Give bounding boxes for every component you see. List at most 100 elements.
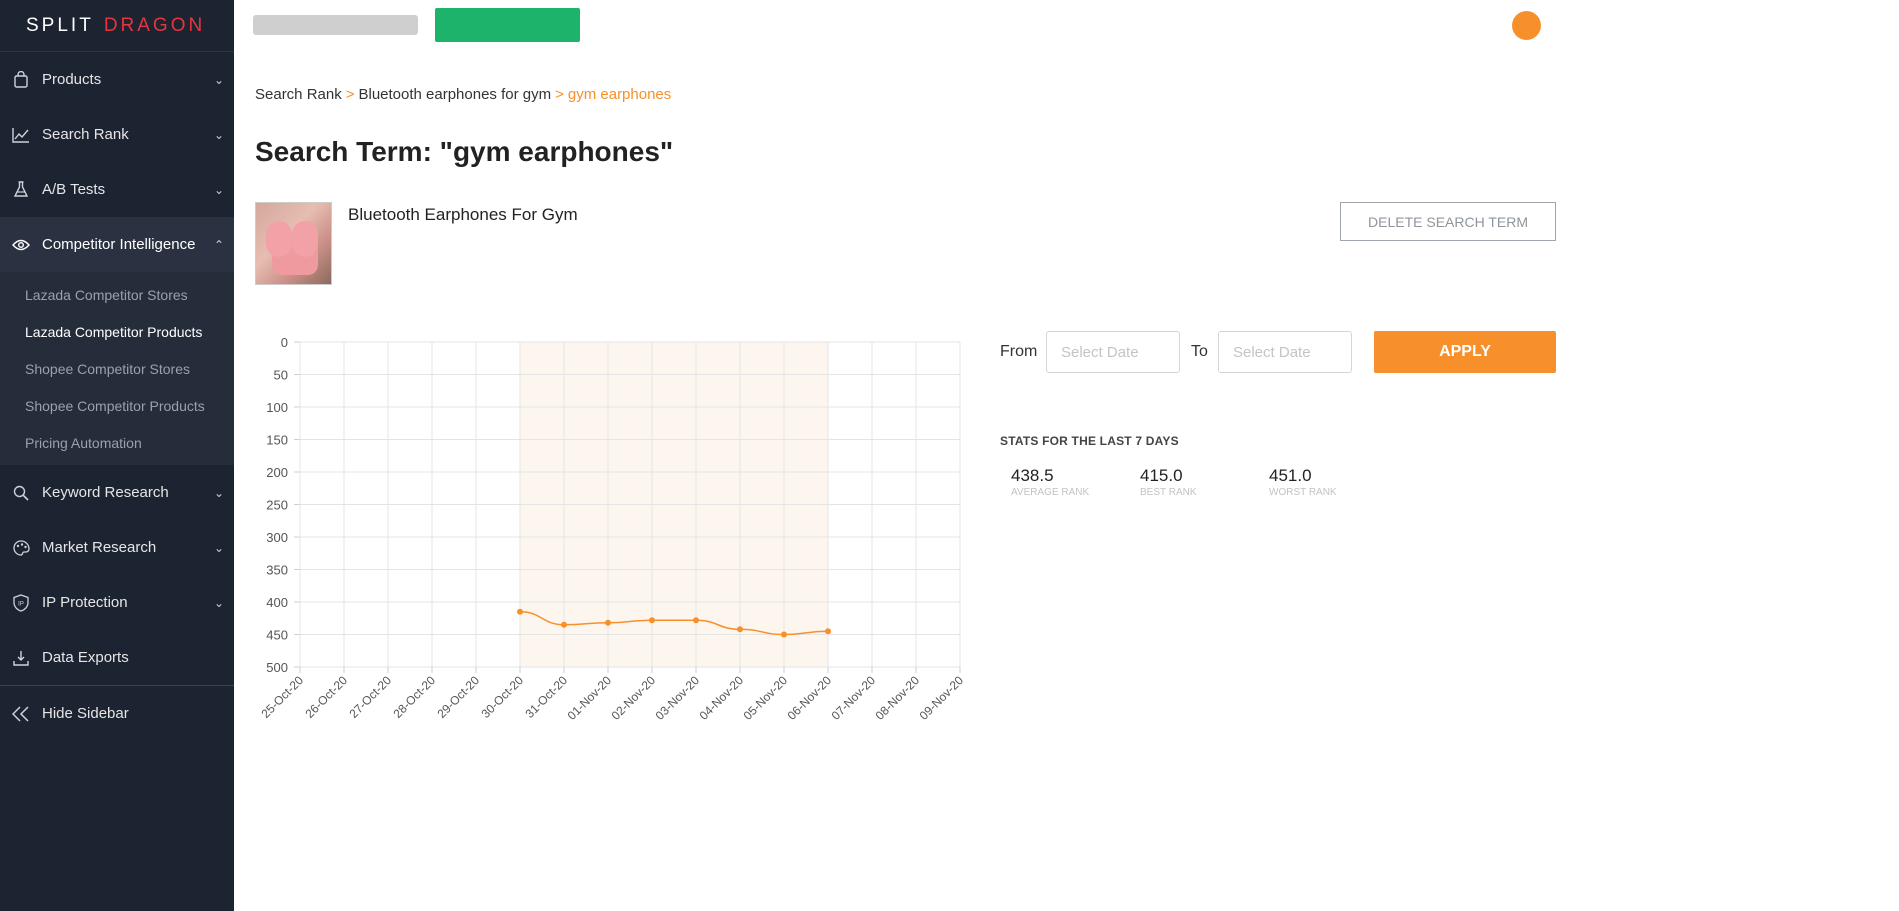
data-point — [781, 631, 787, 638]
submenu-item-shopee-stores[interactable]: Shopee Competitor Stores — [0, 350, 234, 387]
stat-label: WORST RANK — [1269, 487, 1337, 498]
sidebar: SPLIT DRAGON Products ⌄ Search Rank ⌄ A/… — [0, 0, 234, 911]
data-point — [825, 628, 831, 635]
sidebar-item-label: Keyword Research — [42, 484, 169, 501]
y-tick-label: 500 — [266, 660, 288, 675]
x-tick-label: 04-Nov-20 — [697, 673, 747, 723]
top-green-button[interactable] — [435, 8, 580, 42]
sidebar-item-label: A/B Tests — [42, 181, 106, 198]
x-tick-label: 05-Nov-20 — [741, 673, 791, 723]
sidebar-item-label: IP Protection — [42, 594, 128, 611]
double-chevron-left-icon — [12, 705, 30, 723]
download-tray-icon — [12, 649, 30, 667]
sidebar-item-data-exports[interactable]: Data Exports — [0, 630, 234, 685]
y-tick-label: 0 — [281, 335, 288, 350]
to-date-input[interactable] — [1218, 331, 1352, 373]
y-tick-label: 50 — [274, 368, 288, 383]
earbud-shape — [292, 221, 318, 257]
from-date-input[interactable] — [1046, 331, 1180, 373]
eye-icon — [12, 236, 30, 254]
svg-text:IP: IP — [18, 601, 24, 607]
sidebar-item-label: Search Rank — [42, 126, 129, 143]
breadcrumb-separator: > — [555, 86, 564, 103]
y-tick-label: 300 — [266, 530, 288, 545]
submenu-item-lazada-products[interactable]: Lazada Competitor Products — [0, 313, 234, 350]
x-tick-label: 30-Oct-20 — [478, 673, 526, 721]
x-tick-label: 26-Oct-20 — [302, 673, 350, 721]
x-tick-label: 08-Nov-20 — [873, 673, 923, 723]
brand-logo[interactable]: SPLIT DRAGON — [0, 0, 234, 52]
sidebar-item-products[interactable]: Products ⌄ — [0, 52, 234, 107]
product-name: Bluetooth Earphones For Gym — [348, 205, 578, 224]
x-tick-label: 07-Nov-20 — [829, 673, 879, 723]
x-tick-label: 02-Nov-20 — [609, 673, 659, 723]
breadcrumb-item-search-rank[interactable]: Search Rank — [255, 86, 342, 103]
x-tick-label: 03-Nov-20 — [653, 673, 703, 723]
x-tick-label: 27-Oct-20 — [346, 673, 394, 721]
submenu-item-shopee-products[interactable]: Shopee Competitor Products — [0, 387, 234, 424]
search-rank-chart: 05010015020025030035040045050025-Oct-202… — [258, 335, 966, 723]
competitor-submenu: Lazada Competitor Stores Lazada Competit… — [0, 272, 234, 465]
submenu-item-lazada-stores[interactable]: Lazada Competitor Stores — [0, 276, 234, 313]
y-tick-label: 350 — [266, 563, 288, 578]
chevron-down-icon: ⌄ — [213, 540, 225, 555]
apply-button[interactable]: APPLY — [1374, 331, 1556, 373]
stat-value: 415.0 — [1140, 466, 1183, 485]
y-tick-label: 450 — [266, 628, 288, 643]
chevron-down-icon: ⌄ — [213, 127, 225, 142]
flask-icon — [12, 181, 30, 199]
data-point — [693, 617, 699, 624]
sidebar-item-market-research[interactable]: Market Research ⌄ — [0, 520, 234, 575]
chevron-up-icon: ⌃ — [213, 237, 225, 252]
x-tick-label: 31-Oct-20 — [522, 673, 570, 721]
y-tick-label: 200 — [266, 465, 288, 480]
stat-label: BEST RANK — [1140, 487, 1197, 498]
data-point — [605, 619, 611, 626]
chevron-down-icon: ⌄ — [213, 72, 225, 87]
chevron-down-icon: ⌄ — [213, 485, 225, 500]
top-placeholder-bar — [253, 15, 418, 35]
trend-chart-icon — [12, 126, 30, 144]
stat-value: 438.5 — [1011, 466, 1054, 485]
brand-word-split: SPLIT — [26, 14, 94, 36]
page-title: Search Term: "gym earphones" — [255, 136, 674, 167]
stat-best-rank: 415.0 BEST RANK — [1140, 466, 1197, 498]
y-tick-label: 250 — [266, 498, 288, 513]
delete-search-term-button[interactable]: DELETE SEARCH TERM — [1340, 202, 1556, 241]
sidebar-item-label: Competitor Intelligence — [42, 236, 196, 253]
sidebar-item-ab-tests[interactable]: A/B Tests ⌄ — [0, 162, 234, 217]
data-point — [517, 608, 523, 615]
y-tick-label: 400 — [266, 595, 288, 610]
sidebar-item-label: Market Research — [42, 539, 157, 556]
product-image — [255, 202, 332, 285]
stats-title: STATS FOR THE LAST 7 DAYS — [1000, 434, 1179, 448]
sidebar-item-competitor-intelligence[interactable]: Competitor Intelligence ⌃ — [0, 217, 234, 272]
breadcrumb-item-category[interactable]: Bluetooth earphones for gym — [358, 86, 551, 103]
sidebar-item-keyword-research[interactable]: Keyword Research ⌄ — [0, 465, 234, 520]
data-point — [649, 617, 655, 624]
submenu-item-pricing-automation[interactable]: Pricing Automation — [0, 424, 234, 461]
y-tick-label: 150 — [266, 433, 288, 448]
x-tick-label: 25-Oct-20 — [258, 673, 306, 721]
earbud-shape — [266, 221, 292, 257]
chevron-down-icon: ⌄ — [213, 595, 225, 610]
data-point — [561, 621, 567, 628]
sidebar-item-label: Products — [42, 71, 102, 88]
shield-ip-icon: IP — [12, 593, 30, 612]
breadcrumb: Search Rank > Bluetooth earphones for gy… — [255, 86, 671, 103]
stat-value: 451.0 — [1269, 466, 1312, 485]
sidebar-item-ip-protection[interactable]: IP IP Protection ⌄ — [0, 575, 234, 630]
from-label: From — [1000, 343, 1038, 360]
breadcrumb-item-current: gym earphones — [567, 86, 672, 103]
data-point — [737, 626, 743, 633]
x-tick-label: 01-Nov-20 — [565, 673, 615, 723]
hide-sidebar-button[interactable]: Hide Sidebar — [0, 686, 234, 741]
breadcrumb-separator: > — [345, 86, 355, 103]
palette-icon — [12, 539, 30, 557]
stat-average-rank: 438.5 AVERAGE RANK — [1011, 466, 1089, 498]
sidebar-item-search-rank[interactable]: Search Rank ⌄ — [0, 107, 234, 162]
avatar[interactable] — [1512, 11, 1541, 40]
stat-worst-rank: 451.0 WORST RANK — [1269, 466, 1337, 498]
x-tick-label: 06-Nov-20 — [785, 673, 835, 723]
stat-label: AVERAGE RANK — [1011, 487, 1090, 498]
